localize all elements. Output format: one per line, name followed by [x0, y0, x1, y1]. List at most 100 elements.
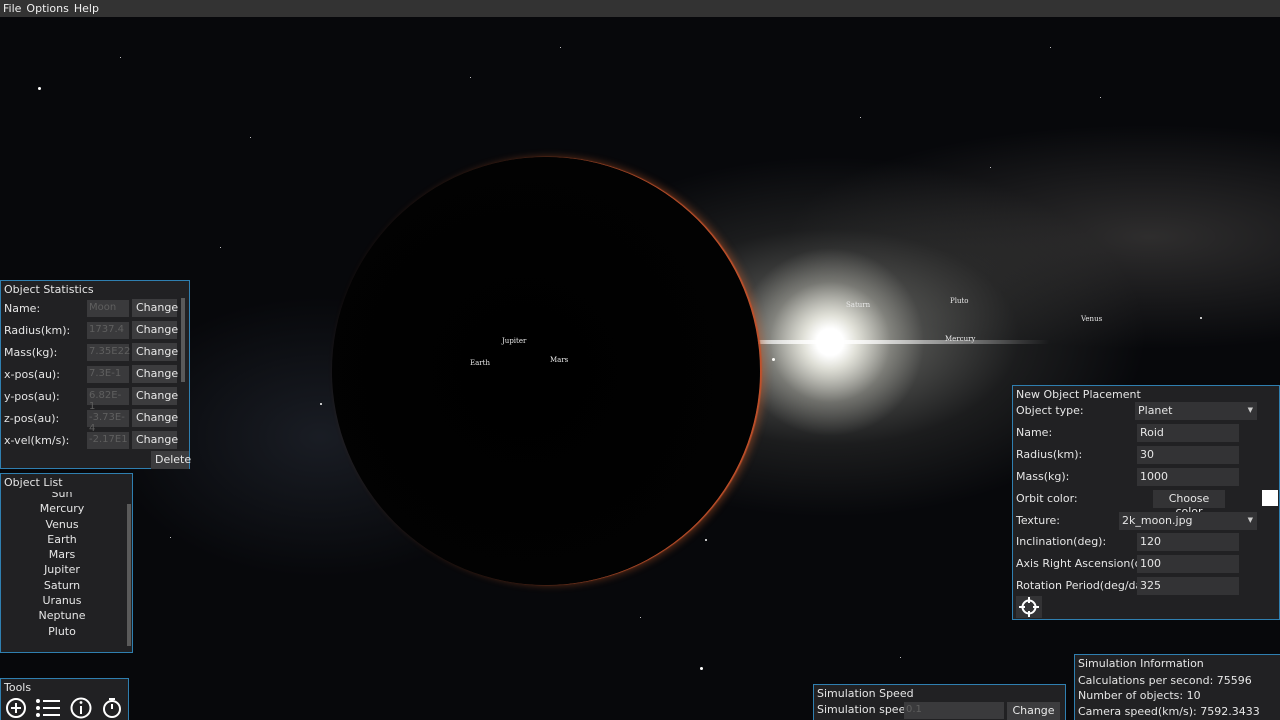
change-button[interactable]: Change: [132, 321, 178, 339]
list-item[interactable]: Mars: [1, 547, 123, 562]
label-mars[interactable]: Mars: [550, 356, 568, 364]
radius-label: Radius(km):: [1016, 448, 1083, 461]
change-speed-button[interactable]: Change: [1007, 702, 1060, 720]
object-list: Sun Mercury Venus Earth Mars Jupiter Sat…: [1, 492, 123, 648]
rotation-row: Rotation Period(deg/day): 325: [1013, 576, 1279, 597]
list-scrollbar[interactable]: [127, 504, 131, 646]
label-saturn[interactable]: Saturn: [846, 301, 870, 309]
menu-bar: File Options Help: [0, 0, 1280, 17]
object-type-select[interactable]: Planet ▼: [1135, 402, 1257, 420]
texture-select[interactable]: 2k_moon.jpg ▼: [1119, 512, 1257, 530]
list-item[interactable]: Jupiter: [1, 562, 123, 577]
stat-value-field[interactable]: 6.82E-1: [87, 387, 129, 412]
list-item[interactable]: Uranus: [1, 593, 123, 608]
panel-title: Simulation Speed: [817, 687, 914, 700]
inclination-input[interactable]: 120: [1137, 533, 1239, 551]
label-mercury[interactable]: Mercury: [945, 335, 975, 343]
choose-color-button[interactable]: Choose color: [1153, 490, 1225, 518]
texture-label: Texture:: [1016, 514, 1060, 527]
list-item[interactable]: Neptune: [1, 608, 123, 623]
list-item[interactable]: Earth: [1, 532, 123, 547]
change-button[interactable]: Change: [132, 387, 178, 405]
name-input[interactable]: Roid: [1137, 424, 1239, 442]
stat-value-field[interactable]: 7.35E22: [87, 343, 130, 361]
stat-label: x-pos(au):: [4, 367, 60, 381]
axis-ra-input[interactable]: 100: [1137, 555, 1239, 573]
tools-panel: Tools: [0, 678, 129, 720]
stat-value-field[interactable]: -3.73E-4: [87, 409, 129, 434]
list-item[interactable]: Sun: [1, 492, 123, 501]
place-object-button[interactable]: [1016, 596, 1042, 618]
rotation-label: Rotation Period(deg/day):: [1016, 579, 1157, 592]
crosshair-icon: [1019, 597, 1039, 617]
stat-row-x-pos: x-pos(au): 7.3E-1 Change: [1, 363, 187, 385]
stat-row-x-vel: x-vel(km/s): -2.17E1 Change: [1, 429, 187, 451]
stat-value-field[interactable]: 1737.4: [87, 321, 129, 339]
simulation-speed-panel: Simulation Speed Simulation speed: 0.1 C…: [813, 684, 1066, 720]
add-circle-icon[interactable]: [5, 697, 27, 719]
panel-title: Simulation Information: [1078, 657, 1204, 670]
object-statistics-panel: Object Statistics Name: Moon Change Radi…: [0, 280, 191, 469]
menu-file[interactable]: File: [3, 2, 21, 15]
info-icon[interactable]: [69, 697, 93, 719]
list-item[interactable]: Pluto: [1, 624, 123, 639]
label-earth[interactable]: Earth: [470, 359, 490, 367]
change-button[interactable]: Change: [132, 431, 178, 449]
stat-row-radius: Radius(km): 1737.4 Change: [1, 319, 187, 341]
change-button[interactable]: Change: [132, 343, 178, 361]
mass-input[interactable]: 1000: [1137, 468, 1239, 486]
list-item[interactable]: Mercury: [1, 501, 123, 516]
object-type-value: Planet: [1138, 404, 1173, 417]
stat-value-field[interactable]: 7.3E-1: [87, 365, 129, 383]
label-jupiter[interactable]: Jupiter: [502, 337, 526, 345]
label-venus[interactable]: Venus: [1081, 315, 1102, 323]
orbit-color-row: Orbit color: Choose color: [1013, 489, 1279, 518]
panel-title: Object Statistics: [4, 283, 94, 296]
mass-label: Mass(kg):: [1016, 470, 1070, 483]
mass-row: Mass(kg): 1000: [1013, 467, 1279, 488]
tools-icons: [1, 696, 128, 720]
moon-planet[interactable]: [332, 157, 760, 585]
texture-value: 2k_moon.jpg: [1122, 514, 1193, 527]
change-button[interactable]: Change: [132, 299, 178, 317]
panel-title: Object List: [4, 476, 63, 489]
radius-input[interactable]: 30: [1137, 446, 1239, 464]
radius-row: Radius(km): 30: [1013, 445, 1279, 466]
rotation-input[interactable]: 325: [1137, 577, 1239, 595]
chevron-down-icon: ▼: [1247, 406, 1253, 414]
list-item[interactable]: Venus: [1, 517, 123, 532]
stat-label: Mass(kg):: [4, 345, 58, 359]
stat-label: Radius(km):: [4, 323, 71, 337]
axis-ra-row: Axis Right Ascension(deg): 100: [1013, 554, 1279, 575]
simulation-speed-label: Simulation speed:: [817, 703, 917, 716]
stat-value-field[interactable]: -2.17E1: [87, 431, 129, 449]
menu-help[interactable]: Help: [74, 2, 99, 15]
change-button[interactable]: Change: [132, 409, 178, 427]
simulation-speed-input[interactable]: 0.1: [904, 702, 1004, 719]
new-object-placement-panel: New Object Placement Object type: Planet…: [1012, 385, 1280, 620]
stats-scrollbar[interactable]: [181, 298, 185, 382]
stat-row-mass: Mass(kg): 7.35E22 Change: [1, 341, 187, 363]
list-icon[interactable]: [35, 697, 61, 719]
calculations-per-second: Calculations per second: 75596: [1078, 674, 1252, 687]
simulation-info-panel: Simulation Information Calculations per …: [1074, 654, 1280, 720]
delete-button[interactable]: Delete: [151, 451, 191, 469]
orbit-color-label: Orbit color:: [1016, 492, 1078, 505]
stat-value-field[interactable]: Moon: [87, 299, 129, 317]
stat-row-y-pos: y-pos(au): 6.82E-1 Change: [1, 385, 187, 412]
stat-label: z-pos(au):: [4, 411, 60, 425]
stat-row-name: Name: Moon Change: [1, 297, 187, 319]
texture-row: Texture: 2k_moon.jpg ▼: [1013, 511, 1279, 532]
stat-label: x-vel(km/s):: [4, 433, 70, 447]
list-item[interactable]: Saturn: [1, 578, 123, 593]
object-list-panel: Object List Sun Mercury Venus Earth Mars…: [0, 473, 133, 653]
label-pluto[interactable]: Pluto: [950, 297, 968, 305]
menu-options[interactable]: Options: [26, 2, 68, 15]
orbit-color-swatch[interactable]: [1262, 490, 1278, 506]
stat-label: Name:: [4, 301, 41, 315]
change-button[interactable]: Change: [132, 365, 178, 383]
timer-icon[interactable]: [101, 697, 123, 719]
inclination-row: Inclination(deg): 120: [1013, 532, 1279, 553]
name-row: Name: Roid: [1013, 423, 1279, 444]
object-type-label: Object type:: [1016, 404, 1084, 417]
